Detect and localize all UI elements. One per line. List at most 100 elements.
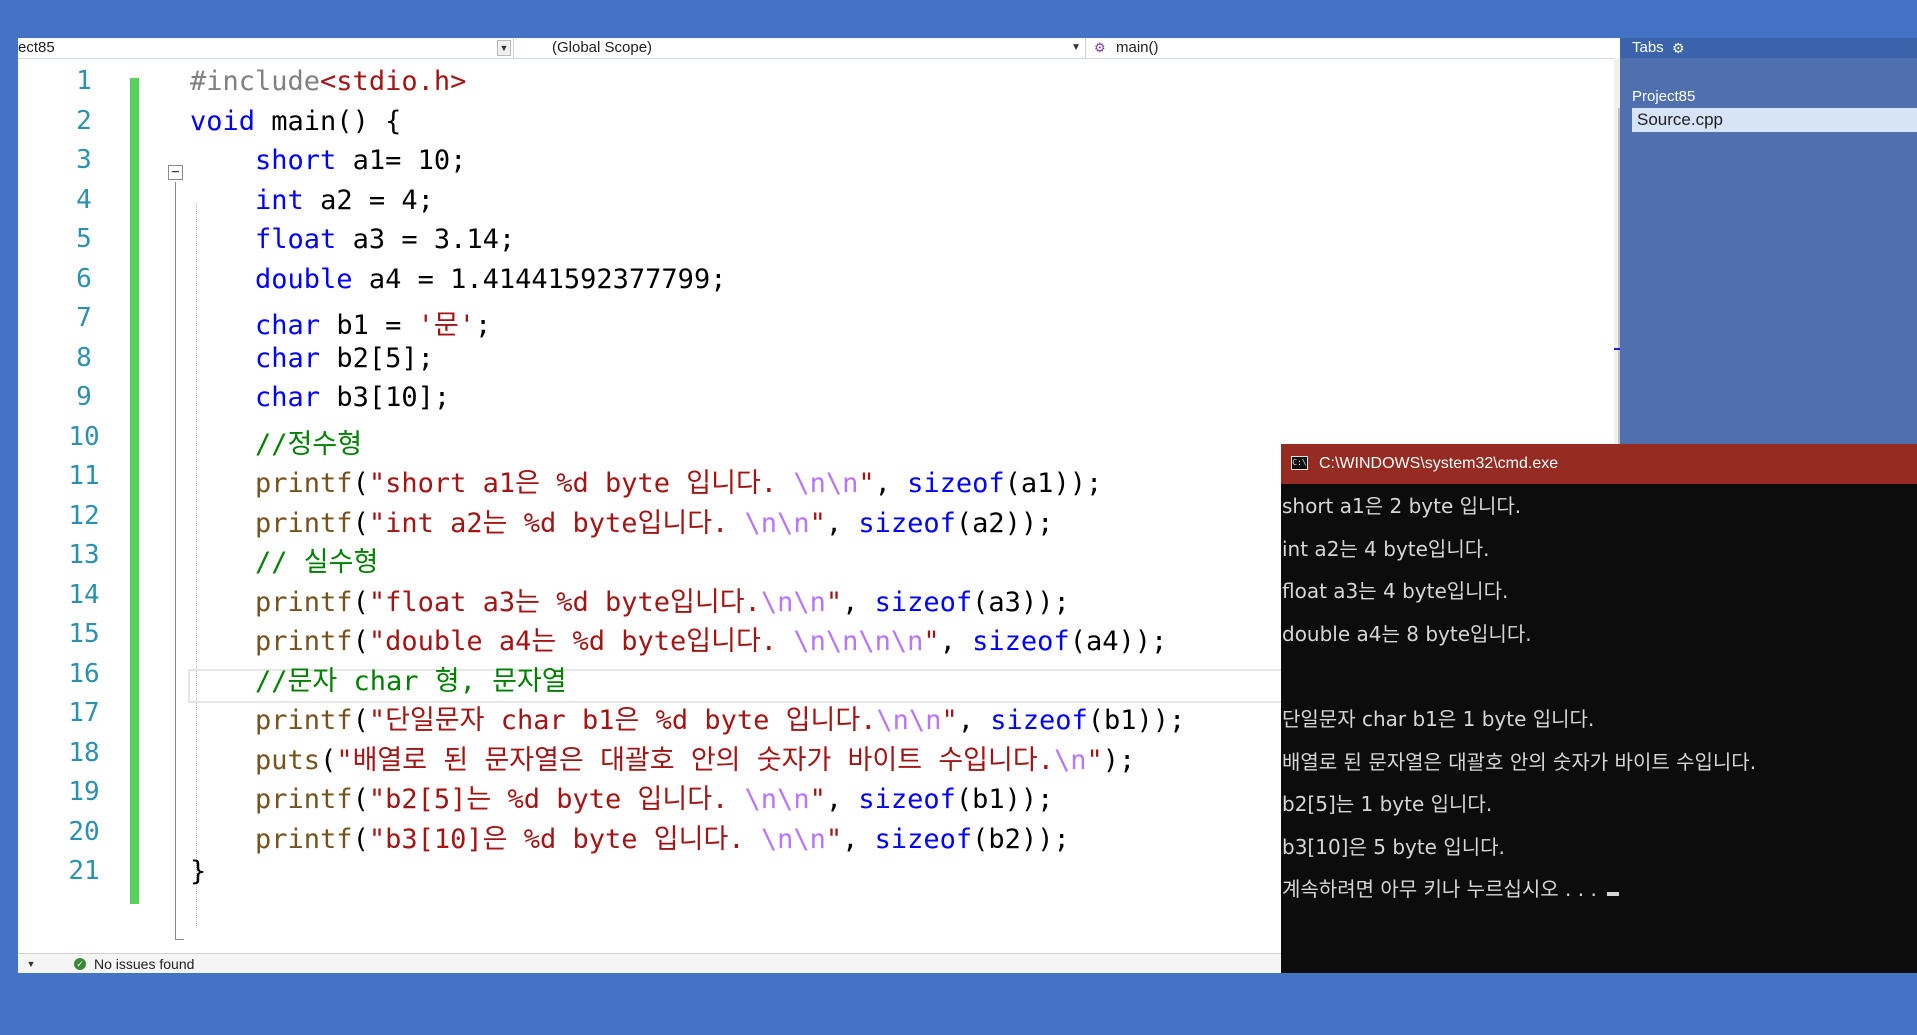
code-token: , xyxy=(825,507,859,539)
code-line[interactable]: printf("double a4는 %d byte입니다. \n\n\n\n"… xyxy=(190,619,1167,658)
code-line[interactable]: printf("float a3는 %d byte입니다.\n\n", size… xyxy=(190,580,1070,619)
chevron-down-icon[interactable]: ▼ xyxy=(24,957,38,971)
code-token: #include xyxy=(190,66,321,97)
code-line[interactable]: short a1= 10; xyxy=(190,145,466,176)
gear-icon[interactable]: ⚙ xyxy=(1672,38,1685,58)
console-window[interactable]: C:\ C:\WINDOWS\system32\cmd.exe short a1… xyxy=(1281,444,1917,973)
code-token: ( xyxy=(352,586,369,618)
console-line: 배열로 된 문자열은 대괄호 안의 숫자가 바이트 수입니다. xyxy=(1282,746,1756,775)
code-token: printf xyxy=(255,784,353,815)
console-title-bar[interactable]: C:\ C:\WINDOWS\system32\cmd.exe xyxy=(1281,444,1917,484)
code-line[interactable]: char b3[10]; xyxy=(190,382,450,413)
code-token: \n\n xyxy=(760,823,826,855)
tree-item-label: Source.cpp xyxy=(1637,110,1723,129)
tree-item-source-file[interactable]: Source.cpp xyxy=(1632,108,1917,132)
code-token: ( xyxy=(352,784,369,815)
code-token: float xyxy=(255,224,337,255)
code-line[interactable]: char b1 = '문'; xyxy=(190,303,491,342)
code-token: "배열로 된 문자열은 대괄호 안의 숫자가 바이트 수입니다. xyxy=(336,744,1054,776)
code-token: , xyxy=(842,586,875,618)
line-number: 14 xyxy=(68,579,100,610)
code-token: sizeof xyxy=(858,784,956,815)
code-line[interactable]: char b2[5]; xyxy=(190,343,434,374)
chevron-down-icon[interactable]: ▼ xyxy=(1071,38,1081,58)
method-icon: ⚙ xyxy=(1094,40,1106,55)
code-line[interactable]: // 실수형 xyxy=(190,540,378,579)
code-token: <stdio.h> xyxy=(320,66,467,97)
code-token: " xyxy=(858,468,875,499)
code-line[interactable]: float a3 = 3.14; xyxy=(190,224,515,255)
code-line[interactable]: void main() { xyxy=(190,106,401,137)
code-token: sizeof xyxy=(874,586,973,618)
console-title: C:\WINDOWS\system32\cmd.exe xyxy=(1319,455,1559,472)
code-line[interactable]: puts("배열로 된 문자열은 대괄호 안의 숫자가 바이트 수입니다.\n"… xyxy=(190,738,1135,777)
code-token: \n\n xyxy=(876,705,942,736)
code-token: " xyxy=(809,784,826,815)
member-combo[interactable]: ⚙ main() ▼ xyxy=(1086,38,1620,58)
tree-item-project[interactable]: Project85 xyxy=(1632,88,1695,105)
console-output[interactable]: short a1은 2 byte 입니다. int a2는 4 byte입니다. f… xyxy=(1281,484,1917,973)
console-line: int a2는 4 byte입니다. xyxy=(1282,533,1490,562)
console-line-text: short a1은 2 byte 입니다. xyxy=(1282,494,1522,518)
code-token: int xyxy=(255,184,304,216)
line-number: 5 xyxy=(76,224,92,254)
code-token: , xyxy=(825,784,859,815)
console-line: 단일문자 char b1은 1 byte 입니다. xyxy=(1282,703,1594,732)
code-token: ); xyxy=(1102,744,1136,776)
code-token: // 실수형 xyxy=(255,547,379,578)
line-number: 2 xyxy=(76,105,92,136)
console-line-text: b2[5]는 1 byte 입니다. xyxy=(1282,792,1493,817)
code-line[interactable]: int a2 = 4; xyxy=(190,185,434,216)
code-token: puts xyxy=(255,744,321,776)
tabs-label[interactable]: Tabs xyxy=(1632,38,1664,58)
code-line[interactable]: //문자 char 형, 문자열 xyxy=(190,659,567,698)
line-number: 10 xyxy=(68,421,100,452)
code-token: char xyxy=(255,310,321,341)
line-number: 11 xyxy=(68,461,100,491)
code-token: a1= 10; xyxy=(336,145,467,176)
console-line-text: double a4는 8 byte입니다. xyxy=(1282,621,1532,646)
code-line[interactable]: printf("short a1은 %d byte 입니다. \n\n", si… xyxy=(190,461,1102,500)
code-token: a2 = 4; xyxy=(303,184,434,216)
code-token: ( xyxy=(352,626,369,657)
code-token: (b2)); xyxy=(972,823,1070,855)
code-line[interactable]: //정수형 xyxy=(190,422,362,461)
code-token: a4 = 1.41441592377799; xyxy=(352,263,727,295)
code-token: sizeof xyxy=(990,705,1088,736)
scope-combo[interactable]: (Global Scope) ▼ xyxy=(514,38,1086,58)
code-token: double xyxy=(255,263,353,295)
console-line-text: 배열로 된 문자열은 대괄호 안의 숫자가 바이트 수입니다. xyxy=(1282,749,1757,774)
code-line[interactable]: printf("b2[5]는 %d byte 입니다. \n\n", sizeo… xyxy=(190,777,1053,816)
outline-guide xyxy=(175,182,176,940)
code-line[interactable]: printf("int a2는 %d byte입니다. \n\n", sizeo… xyxy=(190,501,1053,540)
code-token: printf xyxy=(255,705,353,736)
line-number: 17 xyxy=(68,698,100,728)
chevron-down-icon[interactable]: ▼ xyxy=(497,40,511,56)
code-line[interactable]: } xyxy=(190,856,206,887)
code-token: printf xyxy=(255,626,353,657)
code-token: \n\n xyxy=(744,784,810,815)
console-line-text: 계속하려면 아무 키나 누르십시오 . . . xyxy=(1282,877,1604,902)
issues-status[interactable]: No issues found xyxy=(94,954,194,973)
console-line-text: 단일문자 char b1은 1 byte 입니다. xyxy=(1282,707,1595,731)
collapse-icon[interactable]: − xyxy=(168,165,183,180)
project-combo[interactable]: ect85 ▼ xyxy=(18,38,514,58)
code-line[interactable]: printf("b3[10]은 %d byte 입니다. \n\n", size… xyxy=(190,817,1070,856)
code-token: (b1)); xyxy=(1087,705,1186,736)
code-line[interactable]: printf("단일문자 char b1은 %d byte 입니다.\n\n",… xyxy=(190,698,1185,737)
code-token: \n\n\n\n xyxy=(793,626,924,657)
change-tracking-bar xyxy=(130,78,139,904)
code-token: (a2)); xyxy=(955,507,1054,539)
code-line[interactable]: double a4 = 1.41441592377799; xyxy=(190,264,726,295)
code-line[interactable]: #include<stdio.h> xyxy=(190,66,466,97)
console-line-text: float a3는 4 byte입니다. xyxy=(1282,579,1509,604)
